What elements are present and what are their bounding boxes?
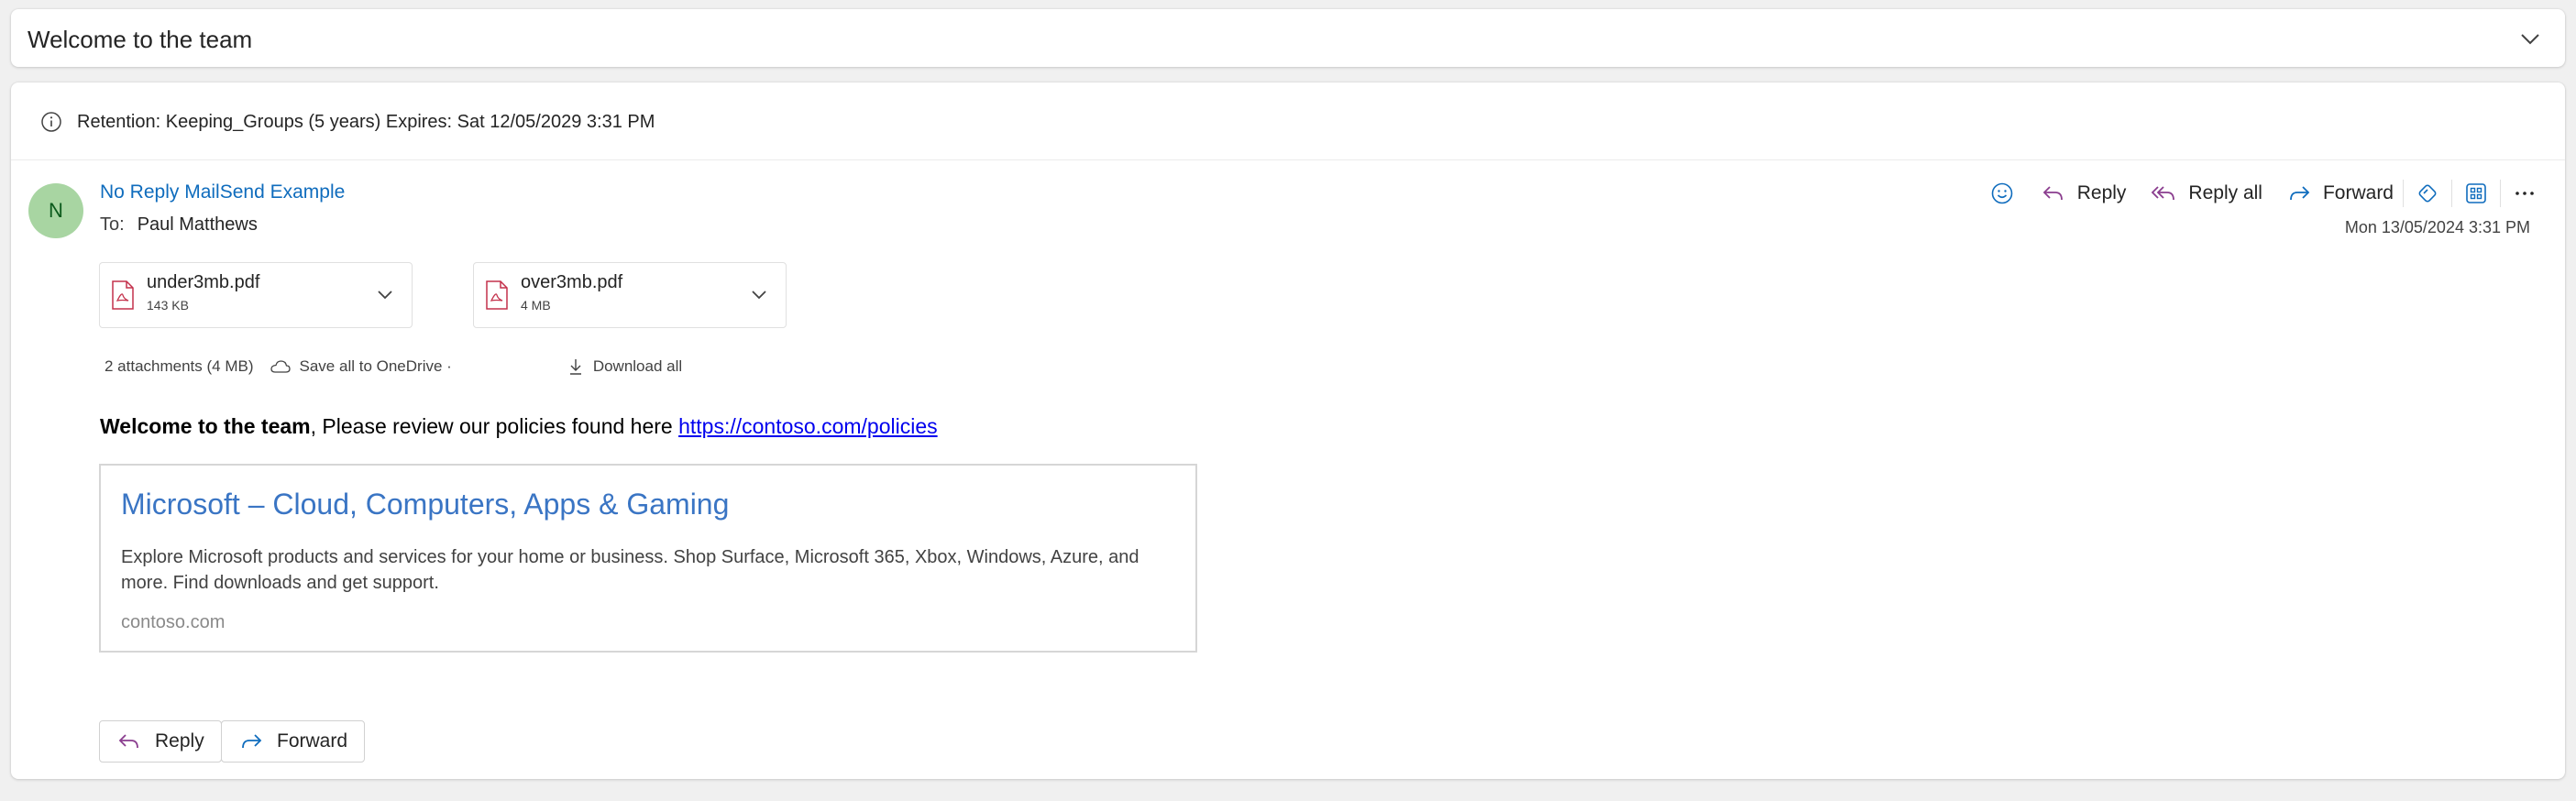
chevron-down-icon[interactable]: [749, 286, 769, 304]
reply-all-label: Reply all: [2188, 182, 2262, 203]
reply-icon: [118, 734, 138, 749]
message-card: Retention: Keeping_Groups (5 years) Expi…: [11, 82, 2565, 779]
conversation-header: Welcome to the team: [11, 9, 2565, 67]
loop-icon: [2418, 184, 2437, 203]
recipient-name[interactable]: Paul Matthews: [138, 214, 258, 235]
preview-title[interactable]: Microsoft – Cloud, Computers, Apps & Gam…: [121, 488, 729, 521]
reply-icon: [2042, 186, 2063, 201]
toolbar-separator: [2403, 180, 2404, 207]
attachments-summary: 2 attachments (4 MB): [105, 357, 254, 375]
attachments-bar: 2 attachments (4 MB) Save all to OneDriv…: [105, 354, 682, 379]
bottom-forward-button[interactable]: Forward: [221, 720, 366, 763]
sender-name[interactable]: No Reply MailSend Example: [100, 181, 345, 203]
pdf-file-icon: [486, 280, 508, 310]
bottom-reply-button[interactable]: Reply: [99, 720, 222, 763]
attachment-size: 4 MB: [521, 298, 551, 313]
more-icon: [2515, 192, 2534, 195]
info-icon: [41, 112, 61, 132]
message-date: Mon 13/05/2024 3:31 PM: [2344, 218, 2530, 236]
attachment-name: over3mb.pdf: [521, 272, 623, 292]
retention-text: Retention: Keeping_Groups (5 years) Expi…: [77, 111, 655, 132]
avatar[interactable]: N: [28, 183, 83, 238]
forward-label: Forward: [2322, 182, 2394, 203]
attachment-name: under3mb.pdf: [147, 272, 260, 292]
avatar-initial: N: [49, 199, 63, 222]
divider: [11, 159, 2565, 160]
reply-all-icon: [2152, 186, 2175, 201]
download-icon: [569, 359, 581, 375]
forward-icon: [242, 734, 262, 749]
download-all-button[interactable]: Download all: [567, 357, 682, 376]
bottom-reply-label: Reply: [155, 730, 204, 752]
bottom-forward-label: Forward: [277, 730, 348, 752]
retention-notice: Retention: Keeping_Groups (5 years) Expi…: [40, 106, 655, 137]
preview-description: Explore Microsoft products and services …: [121, 547, 1139, 593]
collapse-chevron-icon[interactable]: [2517, 27, 2543, 49]
save-to-onedrive-button[interactable]: Save all to OneDrive ·: [270, 357, 452, 376]
loop-component-button[interactable]: [2413, 179, 2442, 208]
body-bold-text: Welcome to the team: [100, 414, 311, 438]
preview-domain: contoso.com: [121, 612, 226, 632]
reply-button[interactable]: Reply: [2041, 182, 2127, 204]
attachment-card[interactable]: under3mb.pdf 143 KB: [99, 262, 413, 328]
attachment-size: 143 KB: [147, 298, 189, 313]
conversation-subject: Welcome to the team: [28, 26, 253, 53]
link-preview-card[interactable]: Microsoft – Cloud, Computers, Apps & Gam…: [99, 464, 1197, 653]
body-text: , Please review our policies found here: [310, 414, 679, 438]
chevron-down-icon[interactable]: [375, 286, 395, 304]
cloud-icon: [270, 360, 291, 373]
save-to-onedrive-label: Save all to OneDrive ·: [299, 357, 452, 375]
reply-label: Reply: [2076, 182, 2127, 203]
toolbar-separator: [2500, 180, 2501, 207]
reply-all-button[interactable]: Reply all: [2150, 182, 2262, 204]
message-actions: Reply Reply all Forward: [1987, 178, 2539, 209]
to-label: To:: [100, 214, 125, 235]
message-body: Welcome to the team, Please review our p…: [100, 414, 938, 439]
more-actions-button[interactable]: [2510, 179, 2539, 208]
pdf-file-icon: [112, 280, 134, 310]
emoji-reaction-button[interactable]: [1987, 179, 2017, 208]
download-all-label: Download all: [592, 357, 683, 375]
apps-grid-icon: [2466, 183, 2486, 203]
apps-button[interactable]: [2461, 179, 2491, 208]
attachment-card[interactable]: over3mb.pdf 4 MB: [473, 262, 787, 328]
policies-link[interactable]: https://contoso.com/policies: [678, 414, 938, 438]
forward-button[interactable]: Forward: [2286, 182, 2394, 204]
recipients-line: To: Paul Matthews: [100, 214, 258, 236]
toolbar-separator: [2451, 180, 2452, 207]
forward-icon: [2290, 186, 2310, 201]
smiley-icon: [1991, 182, 2013, 204]
